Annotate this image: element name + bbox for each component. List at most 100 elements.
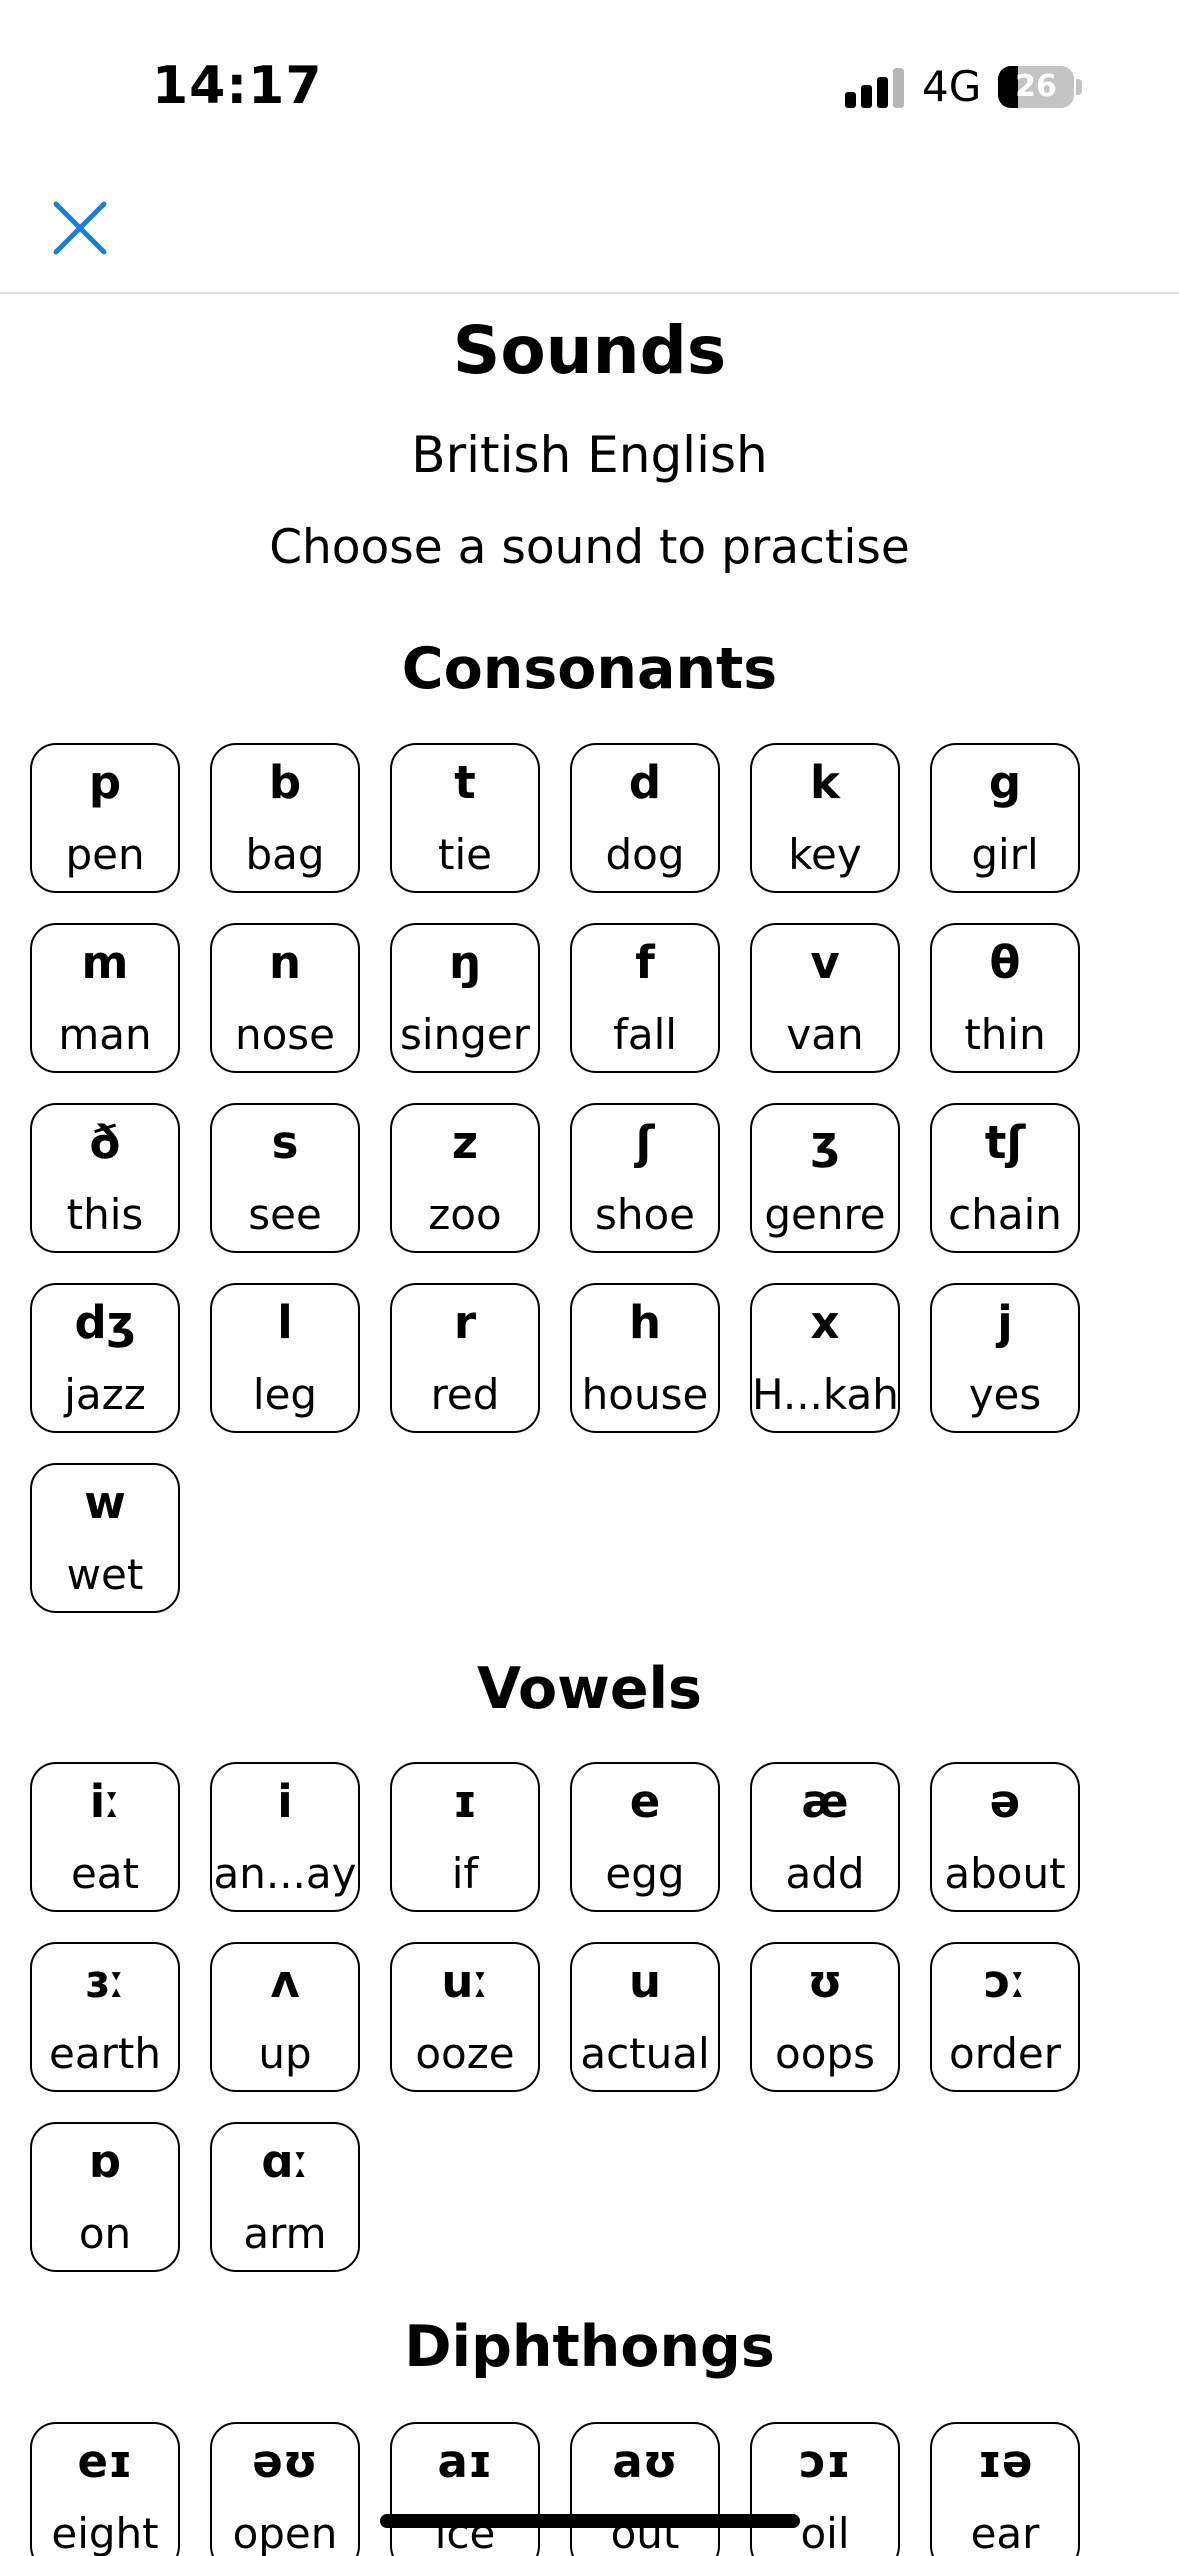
sound-symbol: tʃ xyxy=(984,1116,1026,1169)
sound-tile[interactable]: tʃ chain xyxy=(930,1103,1080,1253)
example-word: dog xyxy=(605,830,685,879)
sound-tile[interactable]: z zoo xyxy=(390,1103,540,1253)
example-word: open xyxy=(232,2509,338,2556)
sound-tile[interactable]: ɜː earth xyxy=(30,1942,180,2092)
sound-tile[interactable]: u actual xyxy=(570,1942,720,2092)
example-word: ooze xyxy=(415,2029,515,2078)
sound-tile[interactable]: ɔː order xyxy=(930,1942,1080,2092)
close-button[interactable] xyxy=(48,196,112,260)
sound-symbol: e xyxy=(629,1775,661,1828)
example-word: pen xyxy=(65,830,145,879)
example-word: shoe xyxy=(594,1190,696,1239)
sound-tile[interactable]: ʊ oops xyxy=(750,1942,900,2092)
status-time: 14:17 xyxy=(152,56,323,116)
sound-symbol: ɜː xyxy=(85,1955,125,2008)
sound-tile[interactable]: f fall xyxy=(570,923,720,1073)
battery-level: 26 xyxy=(1015,69,1057,104)
sound-tile[interactable]: əʊ open xyxy=(210,2422,360,2556)
sound-symbol: ŋ xyxy=(448,936,482,989)
example-word: eat xyxy=(70,1849,140,1898)
sound-symbol: ʃ xyxy=(635,1116,655,1169)
sound-symbol: p xyxy=(88,756,122,809)
sound-tile[interactable]: uː ooze xyxy=(390,1942,540,2092)
sound-tile[interactable]: ŋ singer xyxy=(390,923,540,1073)
sound-symbol: uː xyxy=(441,1955,489,2008)
sound-tile[interactable]: ʒ genre xyxy=(750,1103,900,1253)
example-word: H...kah xyxy=(752,1370,899,1419)
example-word: red xyxy=(430,1370,500,1419)
example-word: if xyxy=(451,1849,479,1898)
section-title-vowels: Vowels xyxy=(477,1656,702,1722)
sound-tile[interactable]: v van xyxy=(750,923,900,1073)
sound-symbol: ə xyxy=(989,1775,1021,1828)
sound-tile[interactable]: n nose xyxy=(210,923,360,1073)
sound-tile[interactable]: b bag xyxy=(210,743,360,893)
sound-tile[interactable]: r red xyxy=(390,1283,540,1433)
sound-tile[interactable]: ʃ shoe xyxy=(570,1103,720,1253)
example-word: add xyxy=(785,1849,865,1898)
sound-tile[interactable]: h house xyxy=(570,1283,720,1433)
sound-tile[interactable]: s see xyxy=(210,1103,360,1253)
sound-tile[interactable]: θ thin xyxy=(930,923,1080,1073)
sound-tile[interactable]: x H...kah xyxy=(750,1283,900,1433)
sound-symbol: ɑː xyxy=(261,2135,309,2188)
sound-symbol: eɪ xyxy=(77,2435,133,2488)
header-divider xyxy=(0,292,1179,294)
sound-tile[interactable]: dʒ jazz xyxy=(30,1283,180,1433)
sound-symbol: l xyxy=(277,1296,293,1349)
example-word: tie xyxy=(438,830,492,879)
sound-tile[interactable]: ʌ up xyxy=(210,1942,360,2092)
sound-tile[interactable]: k key xyxy=(750,743,900,893)
example-word: wet xyxy=(66,1550,144,1599)
sound-tile[interactable]: ð this xyxy=(30,1103,180,1253)
sound-tile[interactable]: aɪ ice xyxy=(390,2422,540,2556)
sound-tile[interactable]: eɪ eight xyxy=(30,2422,180,2556)
sound-tile[interactable]: m man xyxy=(30,923,180,1073)
home-indicator[interactable] xyxy=(380,2514,800,2528)
sound-tile[interactable]: ɑː arm xyxy=(210,2122,360,2272)
page-title: Sounds xyxy=(452,312,727,389)
example-word: up xyxy=(258,2029,312,2078)
example-word: this xyxy=(66,1190,144,1239)
sound-tile[interactable]: w wet xyxy=(30,1463,180,1613)
sound-symbol: ɪə xyxy=(977,2435,1033,2488)
example-word: actual xyxy=(580,2029,710,2078)
example-word: arm xyxy=(243,2209,327,2258)
accent-subtitle: British English xyxy=(411,426,768,484)
sound-tile[interactable]: d dog xyxy=(570,743,720,893)
sound-tile[interactable]: æ add xyxy=(750,1762,900,1912)
sound-tile[interactable]: i an...ay xyxy=(210,1762,360,1912)
example-word: jazz xyxy=(64,1370,146,1419)
sound-tile[interactable]: t tie xyxy=(390,743,540,893)
example-word: man xyxy=(58,1010,152,1059)
sound-symbol: iː xyxy=(89,1775,121,1828)
sound-tile[interactable]: p pen xyxy=(30,743,180,893)
close-icon xyxy=(53,201,107,255)
sound-tile[interactable]: g girl xyxy=(930,743,1080,893)
sound-tile[interactable]: ɪə ear xyxy=(930,2422,1080,2556)
sound-tile[interactable]: ə about xyxy=(930,1762,1080,1912)
sound-tile[interactable]: iː eat xyxy=(30,1762,180,1912)
sound-tile[interactable]: ɒ on xyxy=(30,2122,180,2272)
section-title-diphthongs: Diphthongs xyxy=(404,2314,775,2380)
sound-symbol: aɪ xyxy=(437,2435,493,2488)
sound-symbol: əʊ xyxy=(252,2435,318,2488)
sound-tile[interactable]: ɔɪ oil xyxy=(750,2422,900,2556)
sound-symbol: h xyxy=(628,1296,662,1349)
sound-tile[interactable]: l leg xyxy=(210,1283,360,1433)
example-word: an...ay xyxy=(213,1849,357,1898)
sound-tile[interactable]: aʊ out xyxy=(570,2422,720,2556)
example-word: yes xyxy=(968,1370,1042,1419)
section-title-consonants: Consonants xyxy=(401,636,778,702)
sound-symbol: ʒ xyxy=(810,1116,840,1169)
sound-tile[interactable]: e egg xyxy=(570,1762,720,1912)
sound-symbol: dʒ xyxy=(74,1296,136,1349)
example-word: zoo xyxy=(428,1190,502,1239)
example-word: fall xyxy=(613,1010,677,1059)
example-word: thin xyxy=(964,1010,1046,1059)
sound-tile[interactable]: ɪ if xyxy=(390,1762,540,1912)
example-word: order xyxy=(949,2029,1061,2078)
example-word: chain xyxy=(948,1190,1062,1239)
example-word: oops xyxy=(775,2029,875,2078)
sound-tile[interactable]: j yes xyxy=(930,1283,1080,1433)
